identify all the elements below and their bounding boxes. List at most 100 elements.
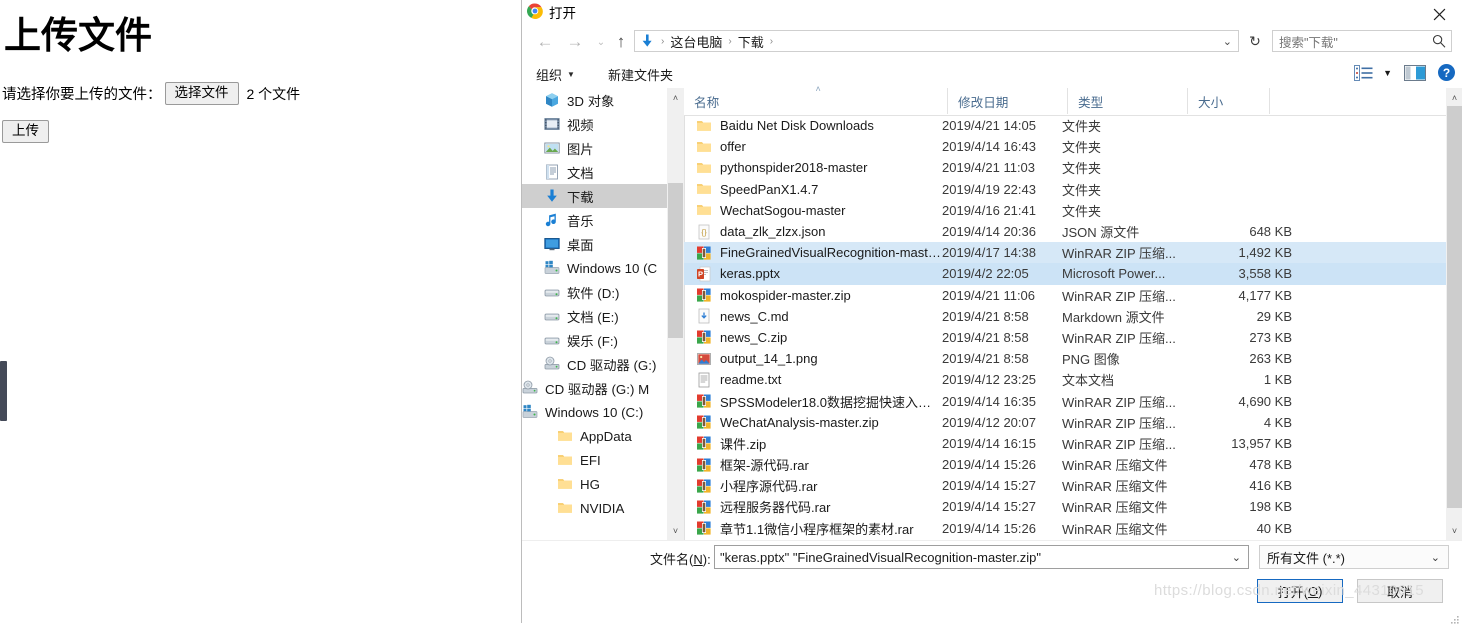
navigation-tree[interactable]: 3D 对象 视频 图片 文档 下载 音乐 桌面 Windows 10 (C 软件 (D:) 文档 … bbox=[522, 88, 667, 540]
file-name: 框架-源代码.rar bbox=[720, 458, 809, 474]
column-header-3[interactable]: 大小 bbox=[1188, 88, 1270, 114]
open-button[interactable]: 打开(O) bbox=[1257, 579, 1343, 603]
tree-item-5[interactable]: 音乐 bbox=[522, 208, 667, 232]
close-button[interactable] bbox=[1417, 0, 1462, 28]
column-header-0[interactable]: 名称 ˄ bbox=[684, 84, 948, 114]
file-name: offer bbox=[720, 139, 746, 155]
chevron-down-icon: ▼ bbox=[1383, 67, 1392, 78]
up-button[interactable]: ↑ bbox=[610, 31, 632, 53]
file-name: keras.pptx bbox=[720, 266, 780, 282]
preview-pane-button[interactable] bbox=[1404, 64, 1426, 81]
table-row[interactable]: readme.txt 2019/4/12 23:25 文本文档 1 KB bbox=[684, 369, 1446, 390]
scroll-up-icon[interactable]: ˄ bbox=[1446, 90, 1462, 105]
table-row[interactable]: news_C.md 2019/4/21 8:58 Markdown 源文件 29 KB bbox=[684, 306, 1446, 327]
new-folder-button[interactable]: 新建文件夹 bbox=[608, 65, 673, 84]
file-name: 课件.zip bbox=[720, 436, 767, 452]
column-header-2[interactable]: 类型 bbox=[1068, 88, 1188, 114]
column-header-label: 修改日期 bbox=[958, 95, 1009, 110]
upload-submit-button[interactable]: 上传 bbox=[2, 120, 49, 143]
table-row[interactable]: output_14_1.png 2019/4/21 8:58 PNG 图像 263 K… bbox=[684, 348, 1446, 369]
tree-item-17[interactable]: NVIDIA bbox=[522, 496, 667, 520]
address-bar[interactable]: › 这台电脑 › 下载 › ⌄ bbox=[634, 30, 1239, 52]
tree-item-6[interactable]: 桌面 bbox=[522, 232, 667, 256]
recent-locations-button[interactable]: ⌄ bbox=[590, 31, 612, 53]
search-box[interactable]: 搜索"下载" bbox=[1272, 30, 1452, 52]
tree-item-8[interactable]: 软件 (D:) bbox=[522, 280, 667, 304]
scroll-up-icon[interactable]: ˄ bbox=[667, 90, 684, 105]
table-row[interactable]: WechatSogou-master 2019/4/16 21:41 文件夹 bbox=[684, 200, 1446, 221]
breadcrumb-item-1[interactable]: 下载 bbox=[736, 32, 766, 51]
videos-icon bbox=[544, 116, 560, 132]
table-row[interactable]: 远程服务器代码.rar 2019/4/14 15:27 WinRAR 压缩文件 198… bbox=[684, 496, 1446, 517]
tree-item-10[interactable]: 娱乐 (F:) bbox=[522, 328, 667, 352]
file-type-filter-select[interactable]: 所有文件 (*.*) ⌄ bbox=[1259, 545, 1449, 569]
back-button[interactable]: ← bbox=[534, 31, 556, 53]
forward-button[interactable]: → bbox=[564, 31, 586, 53]
table-row[interactable]: FineGrainedVisualRecognition-master... 20… bbox=[684, 242, 1446, 264]
table-row[interactable]: news_C.zip 2019/4/21 8:58 WinRAR ZIP 压缩...… bbox=[684, 327, 1446, 348]
winrar-icon bbox=[696, 329, 712, 345]
command-toolbar: 组织 ▼ 新建文件夹 ▼ ? bbox=[522, 62, 1462, 89]
tree-item-7[interactable]: Windows 10 (C bbox=[522, 256, 667, 280]
table-row[interactable]: 框架-源代码.rar 2019/4/14 15:26 WinRAR 压缩文件 478 … bbox=[684, 454, 1446, 475]
table-row[interactable]: SpeedPanX1.4.7 2019/4/19 22:43 文件夹 bbox=[684, 179, 1446, 200]
scroll-down-icon[interactable]: ˅ bbox=[667, 523, 684, 538]
chevron-down-icon[interactable]: ⌄ bbox=[1431, 551, 1440, 564]
table-row[interactable]: offer 2019/4/14 16:43 文件夹 bbox=[684, 136, 1446, 157]
table-row[interactable]: 小程序源代码.rar 2019/4/14 15:27 WinRAR 压缩文件 416 … bbox=[684, 475, 1446, 496]
file-list[interactable]: Baidu Net Disk Downloads 2019/4/21 14:05 文… bbox=[684, 115, 1446, 540]
upload-form-row: 请选择你要上传的文件： 选择文件 2 个文件 bbox=[2, 82, 300, 105]
table-row[interactable]: 课件.zip 2019/4/14 16:15 WinRAR ZIP 压缩... 13,… bbox=[684, 433, 1446, 454]
view-options-button[interactable]: ▼ bbox=[1354, 64, 1392, 81]
scroll-down-icon[interactable]: ˅ bbox=[1446, 523, 1462, 538]
table-row[interactable]: 章节1.1微信小程序框架的素材.rar 2019/4/14 15:26 WinRAR… bbox=[684, 518, 1446, 539]
file-list-scrollbar-thumb[interactable] bbox=[1447, 106, 1462, 508]
table-row[interactable]: Baidu Net Disk Downloads 2019/4/21 14:05 文… bbox=[684, 115, 1446, 136]
chevron-down-icon[interactable]: ⌄ bbox=[1232, 551, 1241, 564]
breadcrumb-item-0[interactable]: 这台电脑 bbox=[668, 32, 724, 51]
tree-item-label: Windows 10 (C bbox=[567, 260, 658, 276]
tree-item-13[interactable]: Windows 10 (C:) bbox=[522, 400, 667, 424]
table-row[interactable]: mokospider-master.zip 2019/4/21 11:06 WinR… bbox=[684, 285, 1446, 306]
column-header-1[interactable]: 修改日期 bbox=[948, 88, 1068, 114]
resize-grip[interactable] bbox=[1450, 612, 1460, 624]
tree-scrollbar[interactable]: ˄ ˅ bbox=[667, 88, 685, 540]
tree-item-14[interactable]: AppData bbox=[522, 424, 667, 448]
table-row[interactable]: pythonspider2018-master 2019/4/21 11:03 文件… bbox=[684, 157, 1446, 178]
tree-item-16[interactable]: HG bbox=[522, 472, 667, 496]
tree-item-label: HG bbox=[580, 476, 600, 492]
file-name: WeChatAnalysis-master.zip bbox=[720, 414, 879, 430]
table-row[interactable]: SPSSModeler18.0数据挖掘快速入门视... 2019/4/14 16:… bbox=[684, 390, 1446, 411]
choose-file-button[interactable]: 选择文件 bbox=[164, 82, 239, 105]
filename-input[interactable]: "keras.pptx" "FineGrainedVisualRecogniti… bbox=[714, 545, 1249, 569]
help-button[interactable]: ? bbox=[1438, 64, 1455, 81]
chevron-down-icon[interactable]: ⌄ bbox=[1223, 35, 1232, 48]
page-scrollbar-thumb[interactable] bbox=[0, 361, 7, 421]
tree-scrollbar-thumb[interactable] bbox=[668, 183, 683, 338]
cancel-button[interactable]: 取消 bbox=[1357, 579, 1443, 603]
table-row[interactable]: Pkeras.pptx 2019/4/2 22:05 Microsoft Power… bbox=[684, 263, 1446, 285]
file-type: JSON 源文件 bbox=[1062, 225, 1140, 241]
tree-item-3[interactable]: 文档 bbox=[522, 160, 667, 184]
table-row[interactable]: {} data_zlk_zlzx.json 2019/4/14 20:36 JSON … bbox=[684, 221, 1446, 242]
file-name: 小程序源代码.rar bbox=[720, 479, 818, 495]
cd-drive-icon bbox=[522, 380, 538, 396]
tree-item-12[interactable]: CD 驱动器 (G:) M bbox=[522, 376, 667, 400]
folder-icon bbox=[696, 202, 712, 218]
file-type: WinRAR 压缩文件 bbox=[1062, 500, 1168, 516]
table-row[interactable]: WeChatAnalysis-master.zip 2019/4/12 20:07… bbox=[684, 412, 1446, 433]
tree-item-11[interactable]: CD 驱动器 (G:) bbox=[522, 352, 667, 376]
tree-item-9[interactable]: 文档 (E:) bbox=[522, 304, 667, 328]
tree-item-4[interactable]: 下载 bbox=[522, 184, 667, 208]
toolbar-icon-group: ▼ ? bbox=[1354, 64, 1455, 81]
refresh-button[interactable]: ↻ bbox=[1244, 31, 1266, 51]
winrar-icon bbox=[696, 414, 712, 430]
tree-item-15[interactable]: EFI bbox=[522, 448, 667, 472]
tree-item-2[interactable]: 图片 bbox=[522, 136, 667, 160]
sort-ascending-icon: ˄ bbox=[815, 84, 821, 94]
drive-icon bbox=[544, 332, 560, 348]
tree-item-1[interactable]: 视频 bbox=[522, 112, 667, 136]
organize-menu-button[interactable]: 组织 ▼ bbox=[536, 65, 575, 84]
file-list-scrollbar[interactable]: ˄ ˅ bbox=[1446, 88, 1462, 540]
tree-item-0[interactable]: 3D 对象 bbox=[522, 88, 667, 112]
